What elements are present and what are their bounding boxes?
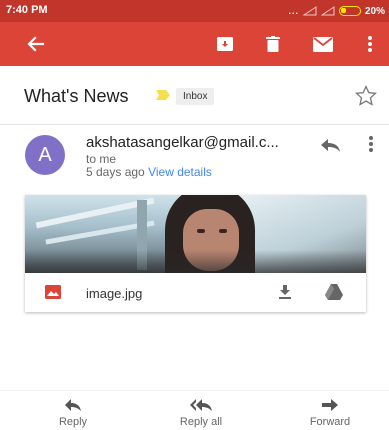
- attachment-filename: image.jpg: [86, 286, 143, 301]
- message-meta: 5 days ago View details: [86, 165, 212, 179]
- save-to-drive-icon[interactable]: [324, 283, 344, 301]
- back-arrow-icon: [27, 36, 45, 52]
- star-icon[interactable]: [354, 84, 378, 108]
- forward-button[interactable]: Forward: [290, 398, 370, 428]
- reply-button[interactable]: Reply: [33, 398, 113, 428]
- avatar-letter: A: [38, 143, 52, 166]
- mail-icon: [313, 36, 333, 52]
- back-button[interactable]: [24, 32, 48, 56]
- thumbnail-detail: [219, 229, 227, 233]
- battery-icon: [338, 6, 361, 16]
- thumbnail-detail: [197, 229, 205, 233]
- image-file-icon: [45, 285, 61, 299]
- status-time: 7:40 PM: [6, 4, 48, 16]
- download-icon[interactable]: [276, 283, 294, 301]
- archive-button[interactable]: [213, 32, 237, 56]
- sender-avatar[interactable]: A: [25, 135, 65, 175]
- reply-label: Reply: [58, 416, 88, 428]
- status-bar: 7:40 PM ... 20%: [0, 0, 389, 22]
- attachment-card[interactable]: image.jpg: [25, 195, 366, 312]
- view-details-link[interactable]: View details: [148, 165, 212, 179]
- more-vert-icon: [368, 36, 372, 52]
- recipient-text: to me: [86, 152, 117, 166]
- forward-label: Forward: [309, 416, 351, 428]
- header-divider: [0, 124, 389, 125]
- reply-all-label: Reply all: [179, 416, 223, 428]
- signal-icon: [320, 6, 335, 16]
- reply-icon: [65, 399, 81, 411]
- important-marker-icon[interactable]: [155, 89, 171, 101]
- delete-button[interactable]: [261, 32, 285, 56]
- app-bar: [0, 22, 389, 66]
- more-options-button[interactable]: [358, 32, 382, 56]
- mark-unread-button[interactable]: [311, 32, 335, 56]
- reply-all-button[interactable]: Reply all: [161, 398, 241, 428]
- message-time: 5 days ago: [86, 165, 145, 179]
- delete-icon: [266, 36, 280, 52]
- reply-icon[interactable]: [319, 136, 341, 154]
- attachment-thumbnail[interactable]: [25, 195, 366, 273]
- more-vert-icon[interactable]: [364, 134, 378, 154]
- reply-all-icon: [190, 399, 212, 411]
- attachment-bar: image.jpg: [25, 273, 366, 312]
- forward-icon: [322, 399, 338, 411]
- sender-email[interactable]: akshatasangelkar@gmail.c...: [86, 134, 279, 151]
- signal-icon: [302, 6, 317, 16]
- email-subject: What's News: [24, 86, 129, 106]
- bottom-divider: [0, 390, 389, 391]
- subject-row: What's News Inbox: [0, 66, 389, 124]
- battery-percent: 20%: [364, 5, 385, 17]
- status-dots: ...: [288, 6, 299, 16]
- archive-icon: [217, 37, 233, 51]
- inbox-label-chip[interactable]: Inbox: [176, 88, 215, 105]
- status-indicators: ... 20%: [288, 4, 385, 18]
- thumbnail-shade: [25, 250, 366, 273]
